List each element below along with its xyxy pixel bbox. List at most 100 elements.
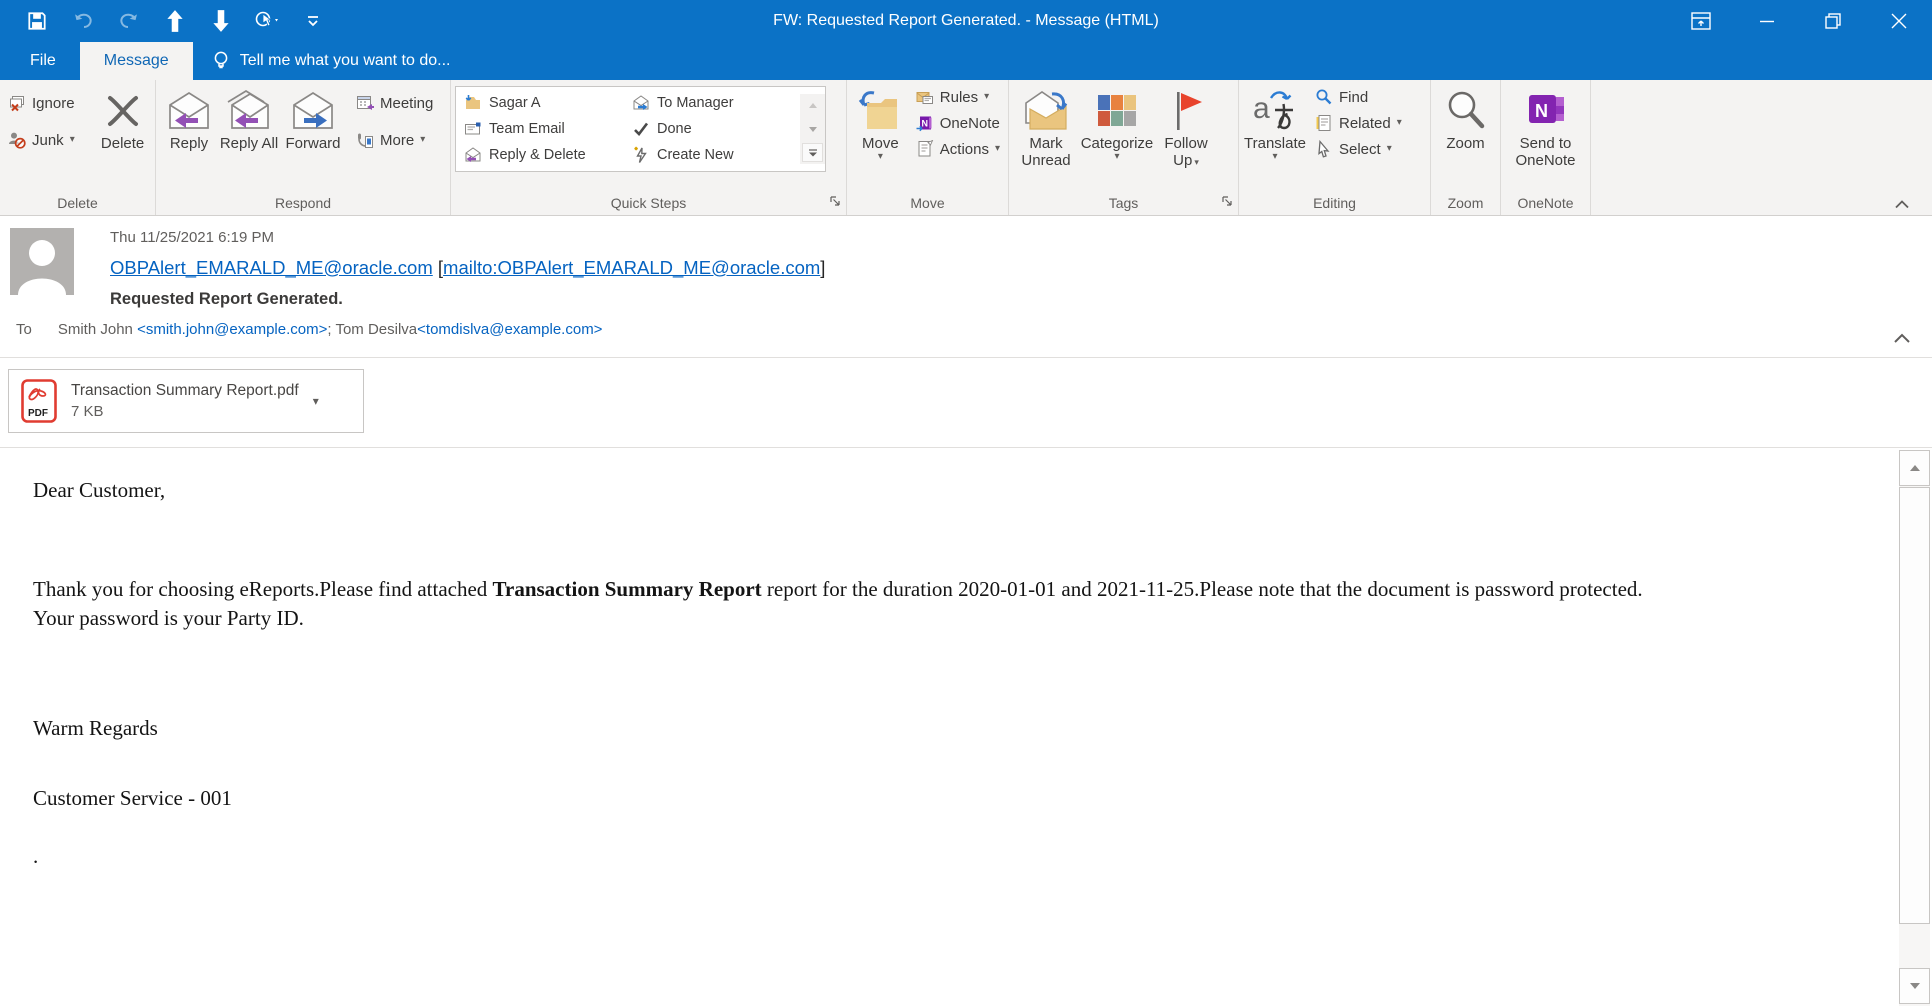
find-button[interactable]: Find — [1311, 86, 1419, 108]
ribbon-group-editing: a Translate ▾ Find Related ▾ Select ▾ Ed… — [1239, 80, 1431, 215]
close-icon[interactable] — [1866, 0, 1932, 42]
actions-icon — [918, 140, 933, 157]
title-bar: FW: Requested Report Generated. - Messag… — [0, 0, 1932, 42]
related-caret: ▾ — [1396, 117, 1402, 128]
message-header: Thu 11/25/2021 6:19 PM OBPAlert_EMARALD_… — [0, 216, 1932, 358]
attachment-zone: PDF Transaction Summary Report.pdf 7 KB … — [0, 359, 1932, 448]
follow-up-button[interactable]: Follow Up ▾ — [1155, 84, 1217, 184]
tags-dialog-launcher[interactable] — [1221, 195, 1233, 207]
collapse-header-icon[interactable] — [1892, 332, 1912, 344]
scroll-down-button[interactable] — [1899, 968, 1930, 1004]
body-closing: Warm Regards — [33, 716, 158, 740]
redo-icon[interactable] — [112, 4, 146, 38]
move-down-icon[interactable] — [204, 4, 238, 38]
delete-button[interactable]: Delete — [94, 84, 151, 184]
group-label-delete: Delete — [57, 194, 98, 211]
quick-step-create-new[interactable]: Create New — [630, 142, 798, 168]
translate-button[interactable]: a Translate ▾ — [1243, 84, 1307, 184]
categorize-icon — [1094, 87, 1140, 135]
recipient2-email-link[interactable]: <tomdislva@example.com> — [417, 321, 602, 338]
quick-step-team-email[interactable]: Team Email — [462, 116, 630, 142]
quick-step-to-manager[interactable]: To Manager — [630, 90, 798, 116]
ribbon-group-move: Move ▾ Rules ▾ N OneNote Actions ▾ Move — [847, 80, 1009, 215]
quick-steps-scroll-up[interactable] — [802, 96, 823, 115]
meeting-button[interactable]: Meeting — [352, 92, 446, 114]
ignore-button[interactable]: Ignore — [4, 92, 94, 114]
scrollbar-thumb[interactable] — [1899, 487, 1930, 924]
quick-steps-dialog-launcher[interactable] — [829, 195, 841, 207]
select-cursor-icon — [1318, 140, 1330, 158]
tell-me-box[interactable]: Tell me what you want to do... — [193, 42, 469, 80]
attachment-filename: Transaction Summary Report.pdf — [71, 382, 299, 399]
customize-qat-icon[interactable] — [296, 4, 330, 38]
ribbon-group-quick-steps: Sagar A Team Email Reply & Delete To Man… — [451, 80, 847, 215]
related-button[interactable]: Related ▾ — [1311, 112, 1419, 134]
undo-icon[interactable] — [66, 4, 100, 38]
related-icon — [1316, 115, 1331, 131]
attachment-dropdown-caret[interactable]: ▾ — [313, 394, 319, 408]
ribbon-display-options-icon[interactable] — [1668, 0, 1734, 42]
restore-icon[interactable] — [1800, 0, 1866, 42]
move-up-icon[interactable] — [158, 4, 192, 38]
select-caret: ▾ — [1386, 143, 1392, 154]
quick-steps-scroll-down[interactable] — [802, 120, 823, 139]
group-label-tags: Tags — [1108, 194, 1139, 211]
more-respond-caret: ▾ — [420, 134, 426, 145]
select-button[interactable]: Select ▾ — [1311, 138, 1419, 160]
recipient-name: Smith John — [57, 321, 138, 338]
reply-all-button[interactable]: Reply All — [218, 84, 280, 184]
quick-step-reply-delete[interactable]: Reply & Delete — [462, 142, 630, 168]
sender-avatar[interactable] — [10, 228, 74, 295]
more-respond-button[interactable]: More ▾ — [352, 129, 446, 151]
message-date: Thu 11/25/2021 6:19 PM — [110, 229, 275, 246]
zoom-button[interactable]: Zoom — [1436, 84, 1496, 184]
junk-button[interactable]: Junk ▾ — [4, 129, 94, 151]
ribbon-group-delete: Ignore Junk ▾ Delete Delete — [0, 80, 156, 215]
categorize-caret: ▾ — [1114, 151, 1120, 162]
ribbon-group-onenote: N Send to OneNote OneNote — [1501, 80, 1591, 215]
rules-caret: ▾ — [984, 91, 990, 102]
quick-steps-more-button[interactable] — [802, 143, 823, 162]
message-body: Dear Customer, Thank you for choosing eR… — [0, 448, 1896, 1008]
mailto-link[interactable]: mailto:OBPAlert_EMARALD_ME@oracle.com — [443, 257, 820, 278]
attachment-card[interactable]: PDF Transaction Summary Report.pdf 7 KB … — [8, 369, 364, 433]
onenote-move-button[interactable]: N OneNote — [912, 112, 1004, 134]
window-controls — [1668, 0, 1932, 42]
categorize-button[interactable]: Categorize ▾ — [1079, 84, 1155, 184]
svg-text:N: N — [921, 119, 928, 129]
attachment-filesize: 7 KB — [71, 403, 104, 420]
quick-step-sagar-a[interactable]: Sagar A — [462, 90, 630, 116]
tab-file[interactable]: File — [6, 42, 80, 80]
lightbulb-icon — [214, 51, 228, 69]
delete-icon — [103, 87, 143, 135]
reply-button[interactable]: Reply — [160, 84, 218, 184]
mailto-bracket-close: ] — [820, 257, 826, 278]
minimize-icon[interactable] — [1734, 0, 1800, 42]
send-to-onenote-button[interactable]: N Send to OneNote — [1505, 84, 1586, 184]
move-button[interactable]: Move ▾ — [851, 84, 910, 184]
translate-icon: a — [1251, 87, 1299, 135]
quick-step-done[interactable]: Done — [630, 116, 798, 142]
follow-up-caret: ▾ — [1194, 157, 1199, 167]
forward-button[interactable]: Forward — [280, 84, 346, 184]
folder-move-icon — [465, 95, 480, 109]
scroll-up-button[interactable] — [1899, 450, 1930, 486]
rules-button[interactable]: Rules ▾ — [912, 86, 1004, 108]
from-email-link[interactable]: OBPAlert_EMARALD_ME@oracle.com — [110, 257, 433, 278]
group-label-quick-steps: Quick Steps — [610, 194, 687, 211]
mark-unread-button[interactable]: Mark Unread — [1013, 84, 1079, 184]
group-label-zoom: Zoom — [1447, 194, 1484, 211]
meeting-icon — [357, 96, 374, 110]
tab-message[interactable]: Message — [79, 42, 193, 80]
group-label-onenote: OneNote — [1517, 194, 1574, 211]
reply-delete-icon — [465, 147, 481, 162]
to-line: To Smith John <smith.john@example.com>; T… — [16, 321, 602, 338]
ribbon-group-tags: Mark Unread Categorize ▾ Follow Up ▾ Tag… — [1009, 80, 1239, 215]
recipient-email-link[interactable]: <smith.john@example.com> — [137, 321, 327, 338]
actions-button[interactable]: Actions ▾ — [912, 138, 1004, 160]
touch-mode-icon[interactable] — [250, 4, 284, 38]
body-bold-report-name: Transaction Summary Report — [492, 577, 762, 601]
svg-text:a: a — [1253, 92, 1270, 125]
collapse-ribbon-icon[interactable] — [1894, 199, 1910, 209]
save-icon[interactable] — [20, 4, 54, 38]
